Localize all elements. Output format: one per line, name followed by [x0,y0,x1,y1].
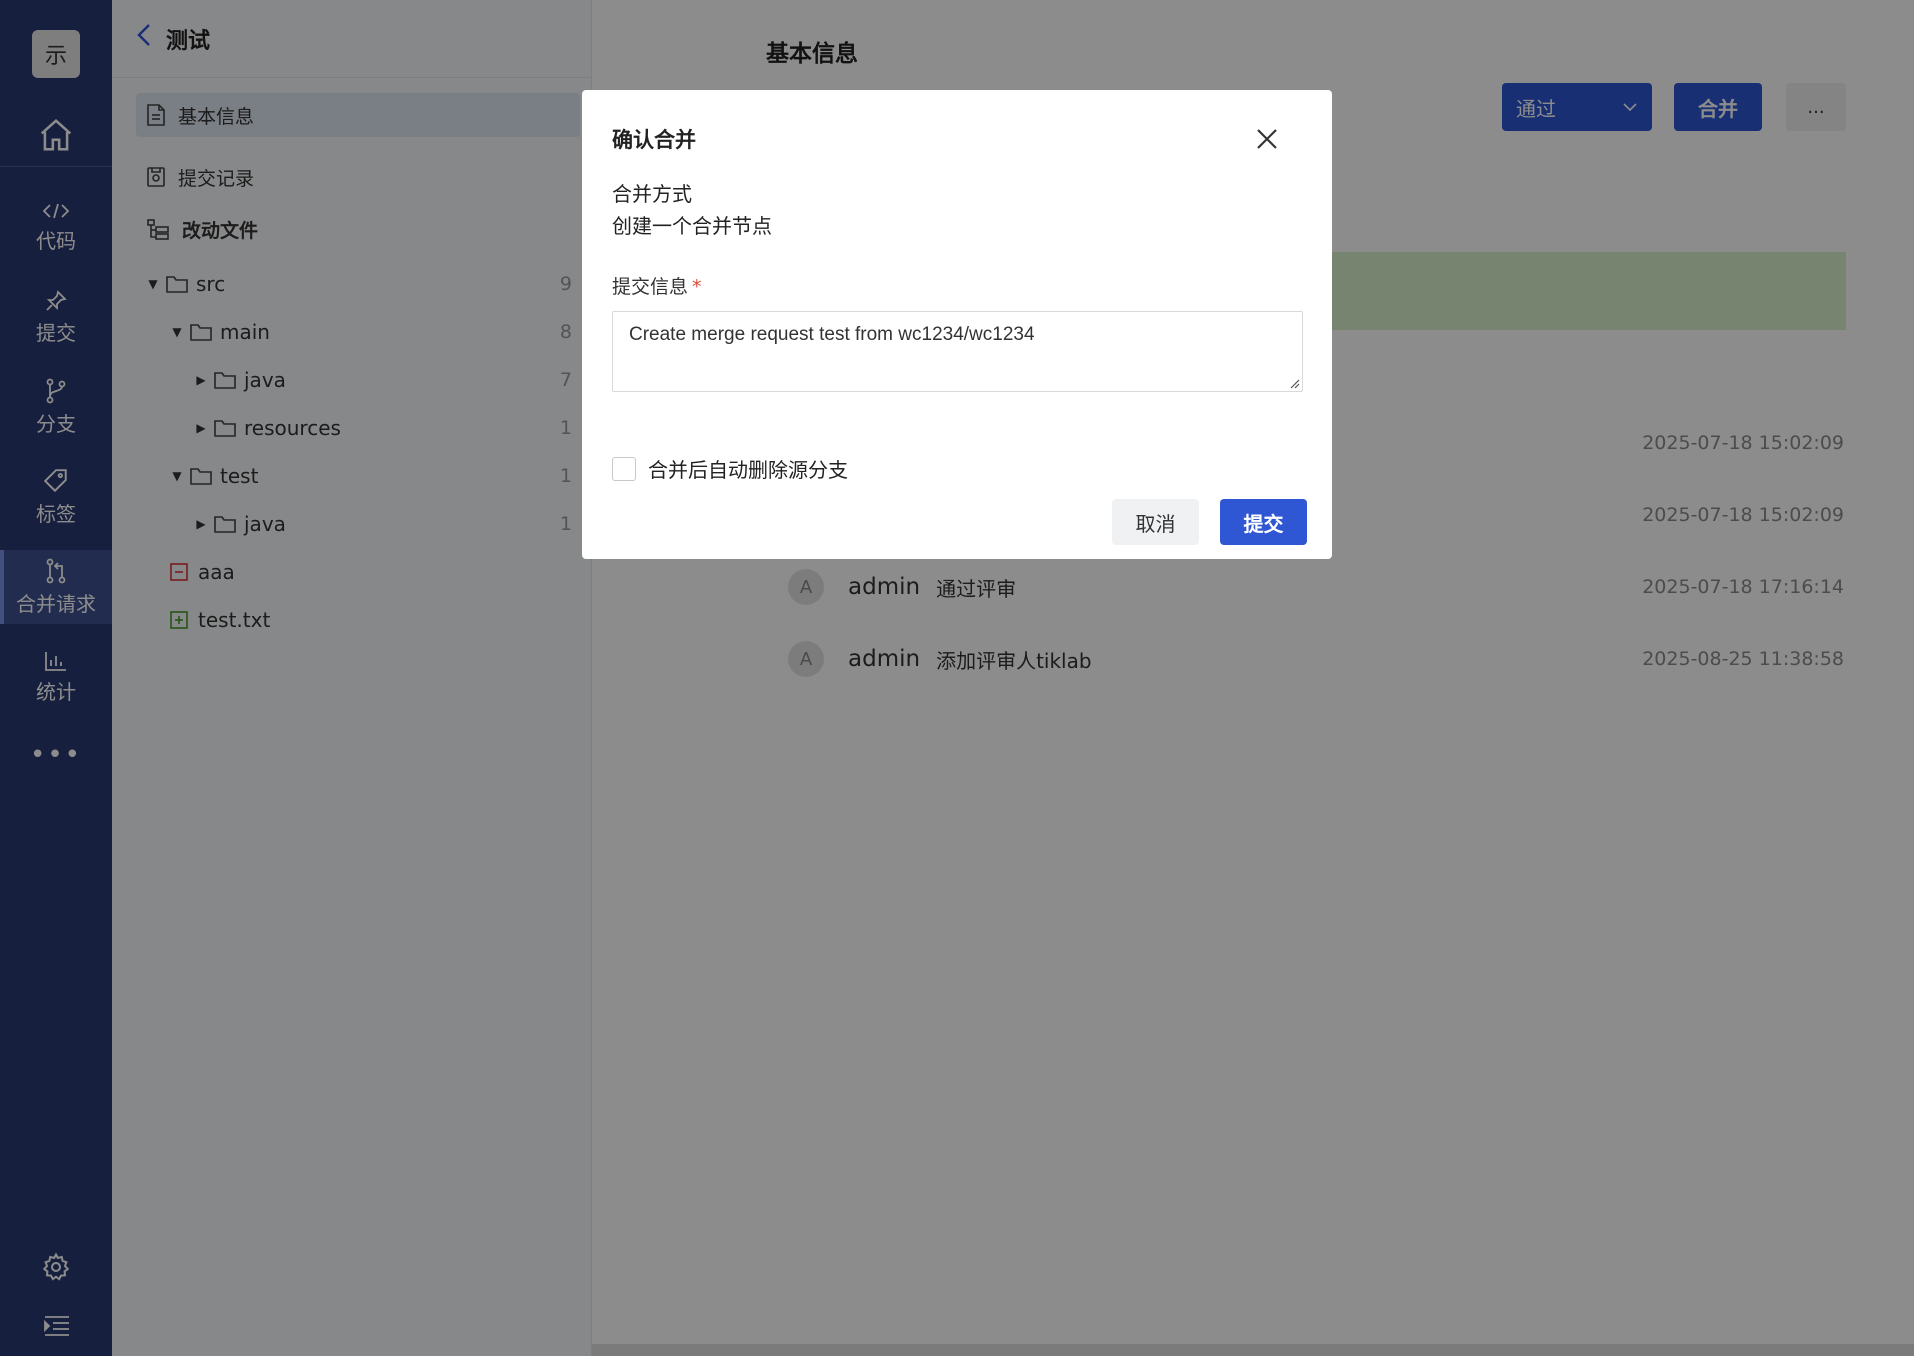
commit-message-label: 提交信息 * [612,272,702,299]
auto-delete-option[interactable]: 合并后自动删除源分支 [612,454,848,483]
confirm-merge-dialog: 确认合并 合并方式 创建一个合并节点 提交信息 * Create merge re… [582,90,1332,559]
auto-delete-label: 合并后自动删除源分支 [648,458,848,482]
close-icon[interactable] [1254,126,1280,152]
commit-message-label-text: 提交信息 [612,276,689,298]
auto-delete-checkbox[interactable] [612,456,636,481]
merge-method-label: 合并方式 [612,182,692,206]
submit-button[interactable]: 提交 [1220,499,1307,545]
commit-message-textarea[interactable]: Create merge request test from wc1234/wc… [612,311,1303,392]
dialog-title: 确认合并 [612,128,696,152]
resize-grip-icon[interactable] [1288,377,1300,389]
required-mark: * [692,276,702,298]
commit-message-text: Create merge request test from wc1234/wc… [629,324,1035,345]
cancel-button[interactable]: 取消 [1112,499,1199,545]
merge-method-value: 创建一个合并节点 [612,214,772,238]
